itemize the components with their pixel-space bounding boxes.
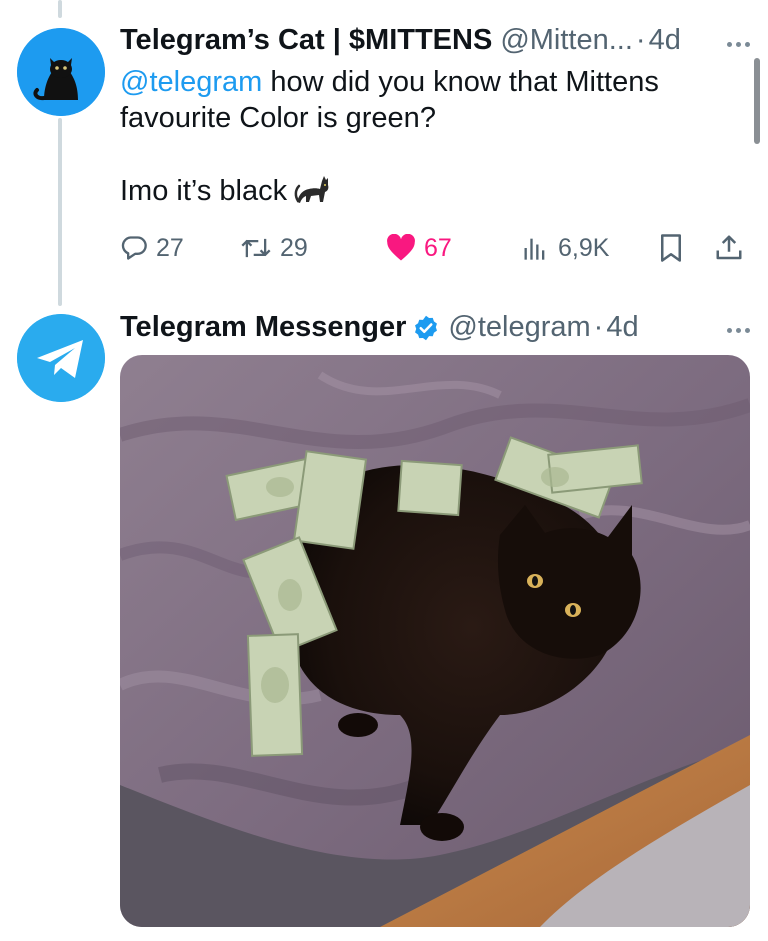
tweet-header: Telegram’s Cat | $MITTENS @Mitten... · 4…: [120, 24, 681, 57]
user-handle[interactable]: @Mitten...: [500, 24, 633, 57]
tweet-text: @telegram how did you know that Mittens …: [120, 64, 720, 215]
display-name[interactable]: Telegram’s Cat | $MITTENS: [120, 24, 492, 57]
black-cat-emoji-icon: [293, 172, 331, 215]
views-count: 6,9K: [558, 233, 610, 262]
bookmark-button[interactable]: [658, 226, 684, 270]
tweet-photo[interactable]: [120, 355, 750, 927]
thread-connector-top: [58, 0, 62, 18]
telegram-logo-icon: [17, 314, 105, 402]
tweet-text-line2: favourite Color is green?: [120, 102, 436, 134]
heart-filled-icon: [387, 234, 415, 261]
avatar[interactable]: [17, 28, 105, 116]
separator-dot: ·: [635, 24, 646, 56]
reply-icon: [121, 236, 147, 260]
share-button[interactable]: [714, 226, 744, 270]
more-options-icon[interactable]: [727, 328, 750, 333]
tweet-actions: 27 29 67 6,9K: [120, 226, 748, 270]
reply-button[interactable]: 27: [120, 226, 184, 270]
verified-badge-icon: [412, 314, 440, 342]
tweet-text-line3: Imo it’s black: [120, 175, 288, 207]
mention-link[interactable]: @telegram: [120, 66, 262, 98]
views-chart-icon: [524, 238, 545, 260]
views-button[interactable]: 6,9K: [520, 226, 609, 270]
thread-connector: [58, 118, 62, 306]
like-count: 67: [424, 233, 452, 262]
tweet-header: Telegram Messenger @telegram · 4d: [120, 311, 639, 344]
reply-count: 27: [156, 233, 184, 262]
display-name[interactable]: Telegram Messenger: [120, 311, 406, 344]
scrollbar[interactable]: [754, 58, 760, 144]
black-cat-icon: [17, 28, 105, 116]
separator-dot: ·: [593, 311, 604, 343]
bookmark-icon: [661, 234, 681, 262]
like-button[interactable]: 67: [386, 226, 452, 270]
tweet-text-line1: how did you know that Mittens: [262, 66, 659, 98]
repost-count: 29: [280, 233, 308, 262]
more-options-icon[interactable]: [727, 42, 750, 47]
timestamp[interactable]: 4d: [649, 24, 681, 57]
avatar[interactable]: [17, 314, 105, 402]
share-icon: [716, 235, 742, 260]
repost-button[interactable]: 29: [240, 226, 308, 270]
repost-icon: [241, 238, 271, 258]
cat-with-money-photo: [120, 355, 750, 927]
timestamp[interactable]: 4d: [606, 311, 638, 344]
user-handle[interactable]: @telegram: [448, 311, 590, 344]
